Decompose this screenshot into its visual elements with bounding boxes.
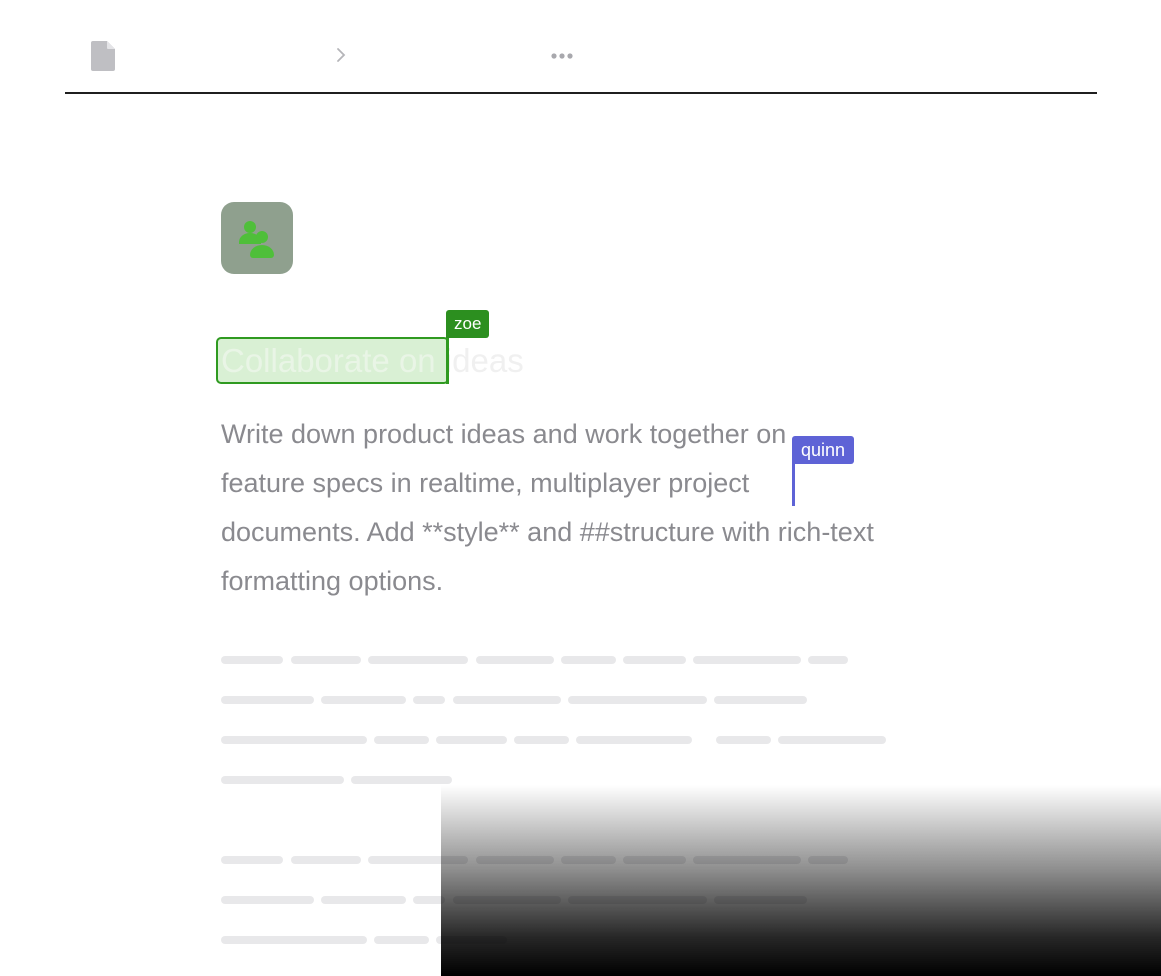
zoe-cursor-caret	[446, 337, 449, 384]
title-rest-text: ideas	[444, 342, 524, 379]
more-horizontal-icon[interactable]	[549, 48, 577, 64]
top-bar	[65, 0, 1097, 94]
chevron-right-icon	[337, 48, 346, 62]
page-icon[interactable]	[221, 202, 293, 274]
paragraph-line: formatting options.	[221, 566, 444, 596]
paragraph-line: feature specs in realtime, multiplayer p…	[221, 468, 750, 498]
paragraph-line: documents. Add **style** and ##structure…	[221, 517, 874, 547]
zoe-cursor-label: zoe	[446, 310, 490, 338]
quinn-cursor-label: quinn	[792, 436, 855, 464]
users-icon	[239, 221, 274, 258]
page-title[interactable]: Collaborate on ideas	[221, 339, 524, 383]
document-icon[interactable]	[91, 41, 117, 71]
gradient-overlay	[441, 785, 1161, 976]
quinn-cursor-caret	[792, 463, 795, 506]
title-selected-text: Collaborate on	[221, 342, 436, 379]
